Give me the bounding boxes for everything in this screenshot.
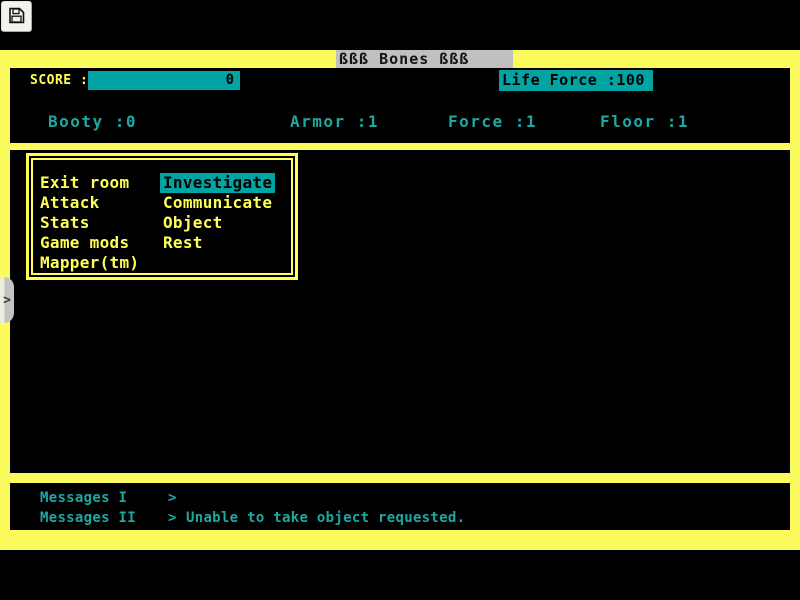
chevron-right-icon: >: [3, 293, 11, 308]
menu-item-stats[interactable]: Stats: [40, 213, 139, 233]
message-2-prompt: >: [168, 510, 177, 526]
menu-item-object[interactable]: Object: [163, 213, 275, 233]
stat-armor: Armor :1: [290, 112, 379, 131]
score-value: 0: [226, 72, 234, 88]
game-title: ßßß Bones ßßß: [336, 50, 513, 69]
score-label: SCORE :: [30, 73, 88, 88]
action-menu: Exit room Attack Stats Game mods Mapper(…: [26, 153, 298, 280]
score-bar: 0: [88, 71, 240, 90]
floppy-disk-icon: [7, 6, 26, 28]
stat-force: Force :1: [448, 112, 537, 131]
screen: { "toolbar": { "save_icon": "floppy-disk…: [0, 0, 800, 600]
messages-panel: Messages I > Messages II > Unable to tak…: [10, 483, 790, 530]
message-1-label: Messages I: [40, 490, 127, 506]
message-2-label: Messages II: [40, 510, 136, 526]
message-2-text: Unable to take object requested.: [186, 510, 465, 526]
hud-panel: SCORE : 0 Life Force :100 Booty :0 Armor…: [10, 68, 790, 143]
menu-item-communicate[interactable]: Communicate: [163, 193, 275, 213]
sidebar-expand-handle[interactable]: >: [0, 277, 14, 323]
menu-item-exit-room[interactable]: Exit room: [40, 173, 139, 193]
game-area-panel: Exit room Attack Stats Game mods Mapper(…: [10, 150, 790, 473]
menu-item-investigate[interactable]: Investigate: [160, 173, 275, 193]
action-menu-border: Exit room Attack Stats Game mods Mapper(…: [31, 158, 293, 275]
menu-item-rest[interactable]: Rest: [163, 233, 275, 253]
menu-item-mapper[interactable]: Mapper(tm): [40, 253, 139, 273]
stat-floor: Floor :1: [600, 112, 689, 131]
menu-column-left: Exit room Attack Stats Game mods Mapper(…: [40, 173, 139, 273]
menu-item-attack[interactable]: Attack: [40, 193, 139, 213]
message-1-prompt: >: [168, 490, 177, 506]
life-force-badge: Life Force :100: [499, 70, 653, 91]
save-button[interactable]: [1, 1, 32, 32]
game-frame: ßßß Bones ßßß SCORE : 0 Life Force :100 …: [0, 50, 800, 550]
menu-item-game-mods[interactable]: Game mods: [40, 233, 139, 253]
stat-booty: Booty :0: [48, 112, 137, 131]
menu-column-right: Investigate Communicate Object Rest: [163, 173, 275, 253]
